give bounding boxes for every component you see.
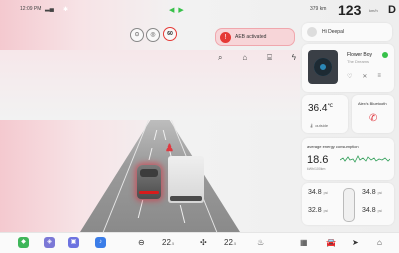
passenger-temp[interactable]: 22.5 (224, 238, 236, 247)
video-app-icon[interactable]: ▣ (68, 237, 79, 248)
tire-front-right: 34.8 psi (362, 189, 383, 196)
avatar (307, 27, 317, 37)
tire-rear-right: 34.8 psi (362, 207, 383, 214)
clock: 12:09 PM (20, 6, 42, 12)
outside-label-text: outside (315, 123, 329, 128)
map-quick-actions: ⌕ ⌂ ⌸ ϟ (218, 53, 296, 65)
car-topview-icon (343, 188, 355, 222)
brake-alert-icon: ! (220, 31, 231, 43)
outside-label: 🌡 outside (309, 123, 329, 128)
passenger-temp-value: 22 (224, 238, 233, 247)
profile-card[interactable]: Hi Deepal (302, 23, 392, 41)
tire-front-left: 34.8 psi (308, 189, 329, 196)
tire-rear-left: 32.8 psi (308, 207, 329, 214)
tire-pressure-card[interactable]: 34.8 psi 34.8 psi 32.8 psi 34.8 psi (302, 183, 394, 225)
speed-unit: km/h (369, 8, 378, 13)
truck-ahead (168, 156, 204, 203)
energy-value: 18.6 (307, 154, 329, 166)
office-icon[interactable]: ⌸ (267, 53, 272, 65)
song-title: Flower Boy (347, 52, 373, 58)
playing-indicator (382, 52, 388, 58)
turn-signal-icon: ◀ ▶ (169, 7, 185, 14)
seat-heat-icon[interactable]: ♨ (257, 238, 264, 247)
car-display: 12:09 PM ▂▄ ✱ ◀ ▶ 379 km 123 km/h D ♟ ⊙ … (0, 0, 399, 232)
driver-temp[interactable]: 22.5 (162, 238, 174, 247)
aeb-alert-text: AEB activated (235, 34, 267, 40)
energy-title: average energy consumption (307, 144, 359, 149)
temp-number: 36.4 (308, 103, 328, 114)
energy-card[interactable]: average energy consumption 18.6 kWh/100k… (302, 138, 394, 180)
charging-icon[interactable]: ϟ (292, 53, 296, 65)
greeting-text: Hi Deepal (322, 29, 344, 35)
energy-sparkline (340, 155, 390, 163)
aeb-alert: ! AEB activated (215, 28, 295, 46)
navigation-icon[interactable]: ➤ (352, 238, 359, 247)
bluetooth-card[interactable]: Alex's Bluetooth ✆ (352, 95, 394, 133)
driver-temp-value: 22 (162, 238, 171, 247)
temp-unit: ℃ (327, 103, 334, 109)
energy-unit: kWh/100km (307, 167, 326, 171)
music-controls: ♡ ✕ ≡ (347, 73, 381, 80)
grid-icon[interactable]: ▦ (300, 238, 308, 247)
close-icon[interactable]: ✕ (362, 73, 367, 80)
pedestrian-warning-icon: ♟ (165, 143, 174, 154)
album-cover[interactable] (308, 50, 338, 84)
speed-limit-sign: 60 (163, 27, 177, 41)
steering-heat-icon[interactable]: ⊖ (138, 238, 145, 247)
phone-icon[interactable]: ✆ (369, 113, 377, 124)
signal-icon: ▂▄ (45, 6, 54, 12)
music-app-icon[interactable]: ◈ (44, 237, 55, 248)
bluetooth-title: Alex's Bluetooth (358, 101, 387, 106)
bottom-dock: ◆ ◈ ▣ ♪ ⊖ 22.5 ✣ 22.5 ♨ ▦ 🚘 ➤ ⌂ (0, 232, 399, 253)
status-bar: 12:09 PM ▂▄ ✱ ◀ ▶ 379 km 123 km/h D (0, 0, 399, 20)
music-card[interactable]: Flower Boy The Dreams ♡ ✕ ≡ (302, 44, 394, 92)
heart-icon[interactable]: ♡ (347, 73, 352, 80)
driving-visualization: ♟ (0, 20, 300, 232)
search-icon[interactable]: ⌕ (218, 53, 222, 65)
fan-icon[interactable]: ✣ (200, 238, 207, 247)
home-icon[interactable]: ⌂ (242, 53, 247, 65)
outside-temp-value: 36.4℃ (308, 103, 333, 114)
range-readout: 379 km (310, 6, 327, 12)
apps-icon[interactable]: ♪ (95, 237, 106, 248)
passenger-temp-unit: .5 (232, 241, 237, 246)
driver-temp-unit: .5 (170, 241, 175, 246)
cruise-control-icon[interactable]: ◎ (146, 28, 160, 42)
ego-vehicle (137, 165, 161, 199)
list-icon[interactable]: ≡ (377, 73, 381, 80)
speed-readout: 123 (338, 2, 362, 18)
phone-app-icon[interactable]: ◆ (18, 237, 29, 248)
car-icon[interactable]: 🚘 (326, 238, 336, 247)
steering-assist-icon[interactable]: ⊙ (130, 28, 144, 42)
bluetooth-status-icon: ✱ (62, 7, 69, 13)
song-artist: The Dreams (347, 59, 370, 64)
outside-temperature-card[interactable]: 36.4℃ 🌡 outside (302, 95, 348, 133)
home-button-icon[interactable]: ⌂ (377, 238, 382, 247)
gear-indicator: D (388, 4, 396, 16)
